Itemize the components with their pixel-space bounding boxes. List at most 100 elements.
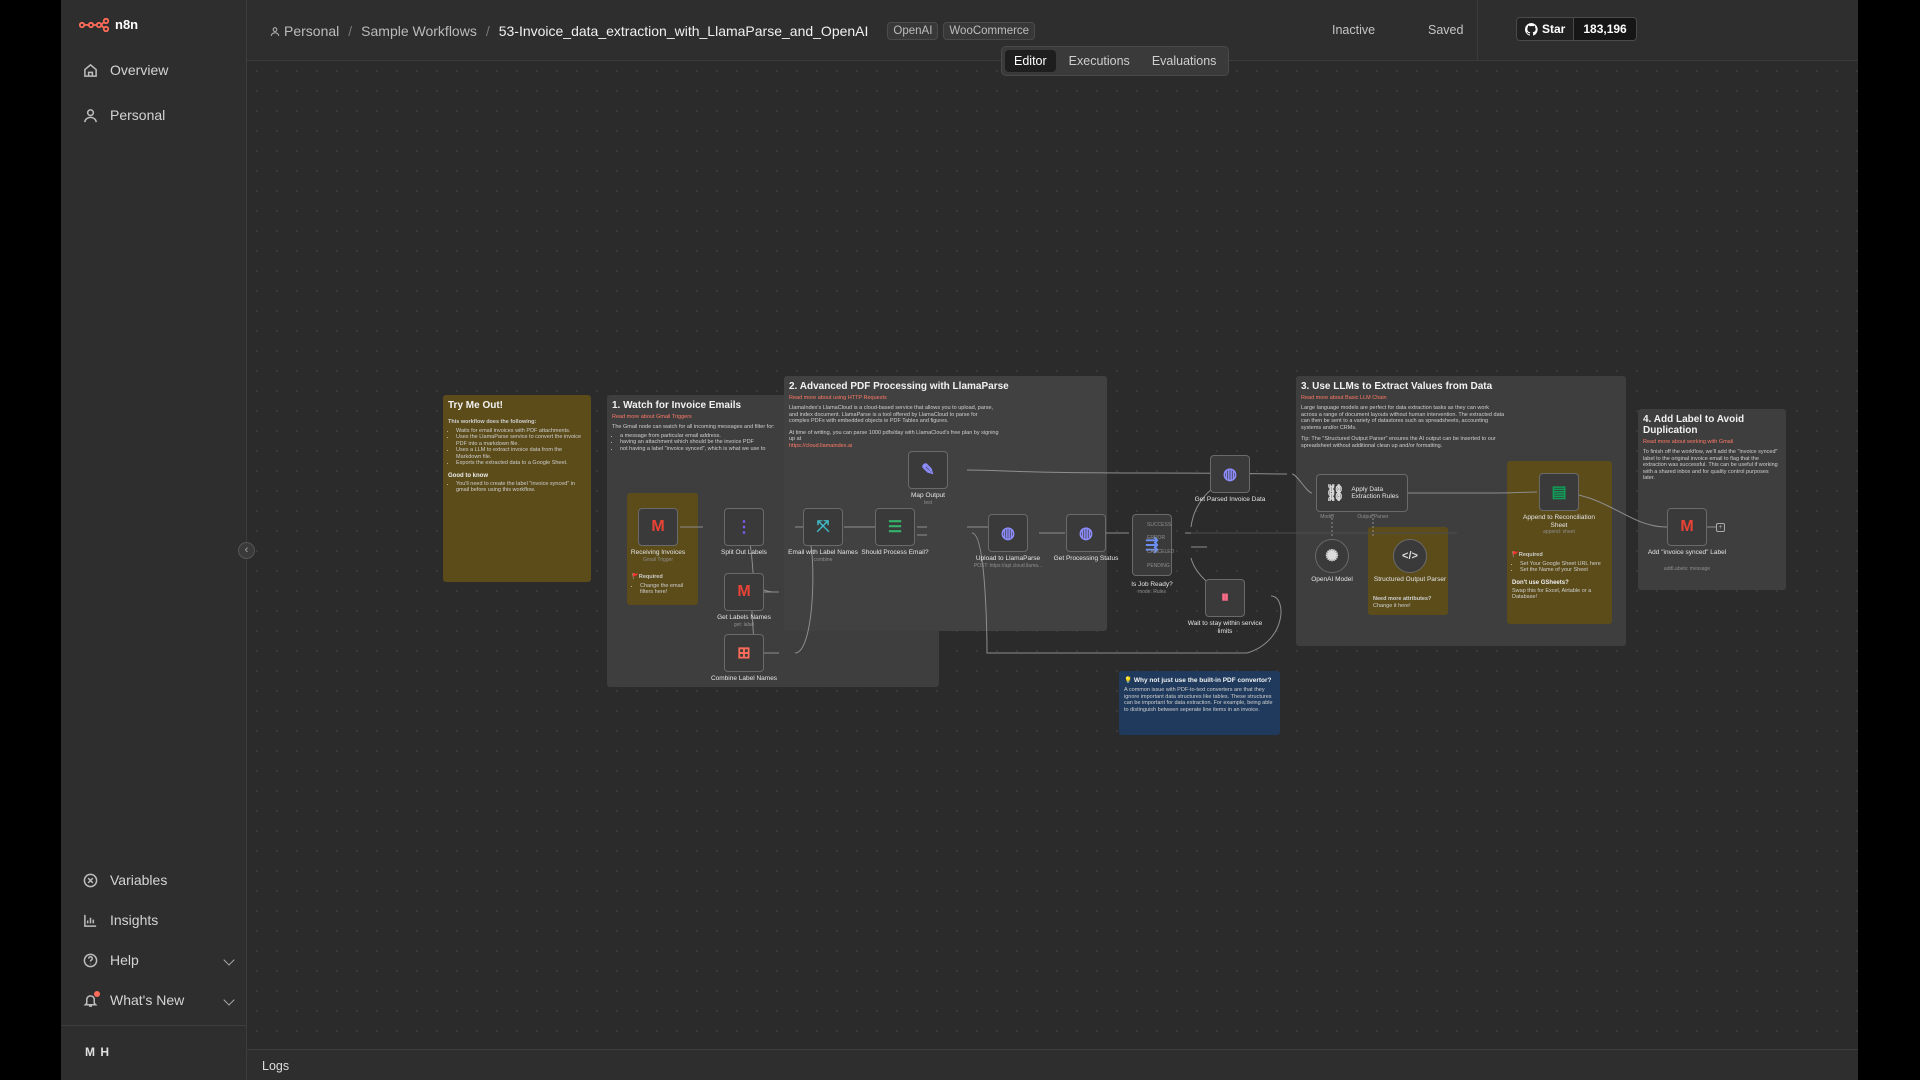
- sidebar-item-label: Overview: [110, 62, 169, 78]
- node-get-parsed-invoice-data[interactable]: ◍: [1210, 455, 1250, 493]
- node-label: Combine Label Names: [710, 675, 778, 682]
- node-label: Get Labels Names: [717, 614, 771, 621]
- node-label: Is Job Ready?: [1131, 581, 1173, 588]
- github-star-button[interactable]: Star 183,196: [1516, 17, 1637, 41]
- node-label: Upload to LlamaParse: [975, 555, 1041, 562]
- gmail-icon: M: [651, 518, 665, 535]
- brand-logo[interactable]: n8n: [79, 17, 138, 32]
- gmail-icon: M: [737, 583, 751, 600]
- breadcrumb-separator: /: [348, 23, 353, 39]
- node-label: Append to Reconciliation Sheet: [1523, 514, 1595, 529]
- divider: [61, 1025, 247, 1026]
- node-apply-data-extraction-rules[interactable]: ⛓ Apply Data Extraction Rules: [1316, 474, 1408, 512]
- node-subtitle: test: [923, 500, 933, 506]
- logs-panel[interactable]: Logs: [247, 1049, 1858, 1080]
- node-receiving-invoices[interactable]: M: [638, 508, 678, 546]
- node-map-output[interactable]: ✎: [908, 451, 948, 489]
- node-split-out-labels[interactable]: ⋮: [724, 508, 764, 546]
- sidebar-item-label: What's New: [110, 992, 185, 1008]
- port-label: Output Parser: [1357, 514, 1389, 520]
- bell-icon-wrap: [83, 990, 100, 1008]
- user-icon: [270, 26, 280, 36]
- node-label: Add "invoice synced" Label: [1647, 549, 1727, 556]
- link-icon: ⛓: [1325, 485, 1346, 502]
- tab-editor[interactable]: Editor: [1005, 50, 1056, 72]
- active-toggle-status[interactable]: Inactive: [1332, 23, 1375, 37]
- node-structured-output-parser[interactable]: </>: [1393, 539, 1427, 573]
- node-get-labels-names[interactable]: M: [724, 573, 764, 611]
- sidebar-item-insights[interactable]: Insights: [83, 912, 233, 928]
- node-label: Receiving Invoices: [630, 549, 686, 556]
- user-icon: [84, 108, 97, 122]
- user-initials[interactable]: M H: [85, 1045, 110, 1059]
- pencil-icon: ✎: [921, 462, 935, 479]
- sidebar-item-whats-new[interactable]: What's New: [83, 990, 235, 1008]
- node-combine-label-names[interactable]: ⊞: [724, 634, 764, 672]
- variables-icon: [83, 873, 98, 887]
- help-icon: [83, 953, 98, 967]
- globe-icon: ◍: [1079, 525, 1093, 542]
- switch-output-label: PENDING: [1147, 563, 1170, 569]
- sidebar-item-label: Help: [110, 952, 139, 968]
- combine-icon: ⊞: [737, 645, 751, 662]
- tab-executions[interactable]: Executions: [1060, 50, 1139, 72]
- tag-woocommerce[interactable]: WooCommerce: [943, 22, 1036, 40]
- add-node-plus-icon[interactable]: +: [1716, 523, 1725, 532]
- star-count: 183,196: [1573, 18, 1636, 40]
- star-label: Star: [1517, 18, 1574, 40]
- tag-openai[interactable]: OpenAI: [887, 22, 939, 40]
- switch-output-label: SUCCESS: [1147, 522, 1172, 528]
- openai-icon: ✺: [1325, 548, 1339, 565]
- n8n-logo-icon: [79, 17, 109, 32]
- breadcrumb-folder[interactable]: Sample Workflows: [361, 23, 477, 39]
- switch-output-label: CANCELED: [1147, 549, 1175, 555]
- node-label: Apply Data Extraction Rules: [1351, 485, 1399, 501]
- node-label: Should Process Email?: [861, 549, 929, 556]
- port-label: Model: [1320, 514, 1334, 520]
- node-subtitle: append: sheet: [1543, 529, 1575, 535]
- node-subtitle: addLabels: message: [1663, 566, 1711, 572]
- node-subtitle: POST: https://api.cloud.llama...: [973, 563, 1043, 569]
- breadcrumb-personal[interactable]: Personal: [284, 23, 339, 39]
- switch-output-label: ERROR: [1147, 535, 1166, 541]
- node-subtitle: Gmail Trigger: [642, 557, 673, 563]
- node-subtitle: mode: Rules: [1137, 589, 1167, 595]
- node-subtitle: get: label: [733, 622, 755, 628]
- sidebar-item-help[interactable]: Help: [83, 952, 235, 968]
- node-wait[interactable]: ⏸: [1205, 579, 1245, 617]
- node-append-to-reconciliation-sheet[interactable]: ▤: [1539, 473, 1579, 511]
- node-openai-model[interactable]: ✺: [1315, 539, 1349, 573]
- sidebar-item-personal[interactable]: Personal: [83, 107, 233, 123]
- sidebar-item-variables[interactable]: Variables: [83, 872, 233, 888]
- workflow-canvas[interactable]: Try Me Out! This workflow does the follo…: [247, 61, 1858, 1049]
- node-label: Map Output: [911, 492, 945, 499]
- chevron-down-icon: [223, 994, 235, 1006]
- node-get-processing-status[interactable]: ◍: [1066, 514, 1106, 552]
- node-label: Get Processing Status: [1053, 555, 1119, 562]
- breadcrumb: Personal / Sample Workflows / 53-Invoice…: [270, 22, 1036, 40]
- collapse-sidebar-button[interactable]: ‹: [238, 542, 255, 559]
- sidebar-item-overview[interactable]: Overview: [83, 62, 233, 78]
- code-icon: </>: [1402, 550, 1418, 562]
- pause-icon: ⏸: [1220, 589, 1229, 606]
- node-label: Wait to stay within service limits: [1187, 620, 1263, 635]
- chevron-down-icon: [223, 954, 235, 966]
- node-label: OpenAI Model: [1311, 576, 1353, 583]
- merge-icon: ⤧: [816, 518, 830, 535]
- node-email-with-label-names[interactable]: ⤧: [803, 508, 843, 546]
- filter-icon: ☰: [887, 519, 903, 536]
- node-add-invoice-synced-label[interactable]: M: [1667, 508, 1707, 546]
- home-icon: [84, 63, 97, 77]
- github-icon: [1525, 22, 1538, 36]
- split-icon: ⋮: [736, 519, 752, 536]
- tab-evaluations[interactable]: Evaluations: [1143, 50, 1226, 72]
- view-tabs: Editor Executions Evaluations: [1001, 46, 1230, 76]
- node-upload-to-llamaparse[interactable]: ◍: [988, 514, 1028, 552]
- node-label: Get Parsed Invoice Data: [1194, 496, 1266, 503]
- node-should-process-email[interactable]: ☰: [875, 508, 915, 546]
- node-label: Split Out Labels: [721, 549, 767, 556]
- notification-dot: [94, 990, 100, 997]
- sidebar-item-label: Personal: [110, 107, 166, 123]
- workflow-name[interactable]: 53-Invoice_data_extraction_with_LlamaPar…: [499, 23, 869, 39]
- chart-icon: [84, 914, 97, 927]
